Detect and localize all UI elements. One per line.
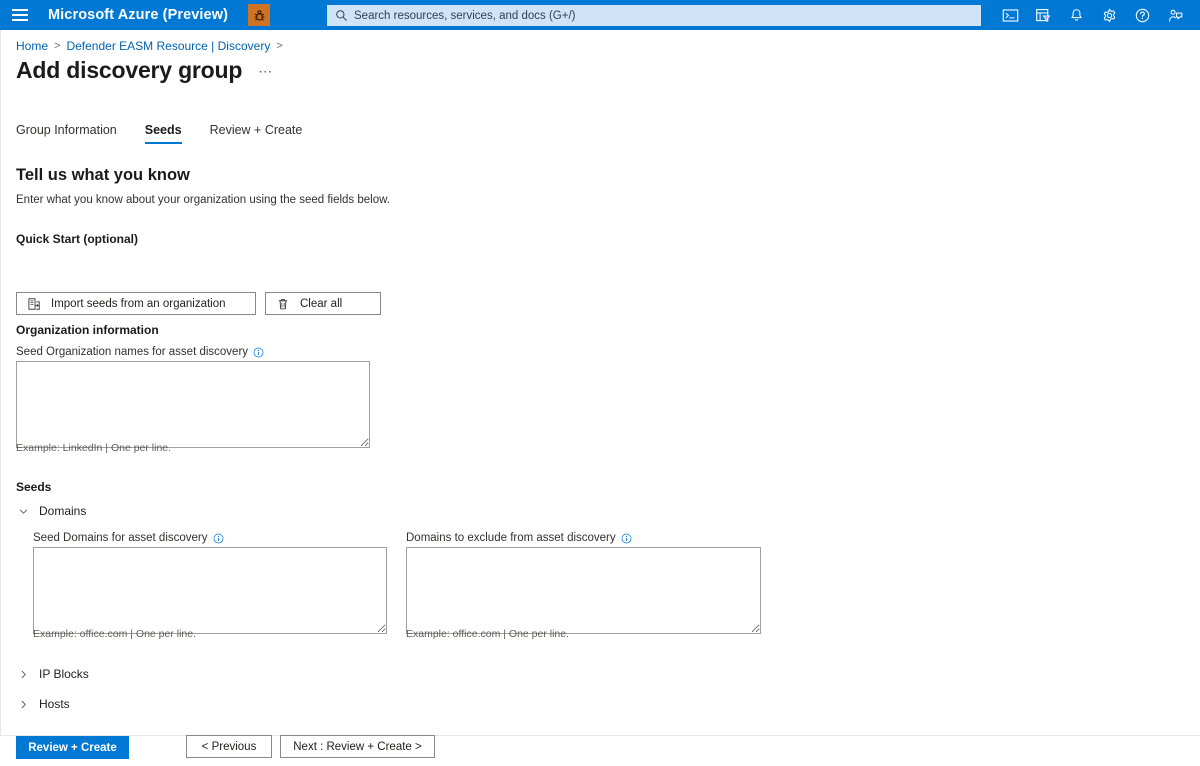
seed-organization-label: Seed Organization names for asset discov… [16, 346, 264, 358]
clear-all-button[interactable]: Clear all [265, 292, 381, 315]
hamburger-menu-icon[interactable] [0, 0, 40, 30]
trash-icon [276, 297, 290, 311]
next-review-create-button[interactable]: Next : Review + Create > [280, 735, 435, 758]
preview-bug-icon[interactable] [248, 4, 271, 26]
previous-button[interactable]: < Previous [186, 735, 272, 758]
feedback-icon[interactable] [1159, 0, 1192, 30]
seed-organization-names-textarea[interactable] [16, 361, 370, 448]
collapsible-ip-blocks[interactable]: IP Blocks [16, 667, 89, 681]
section-subtitle: Enter what you know about your organizat… [16, 194, 390, 206]
azure-portal-page: Microsoft Azure (Preview) Search resourc… [0, 0, 1200, 766]
collapsible-domains-label: Domains [39, 504, 87, 518]
breadcrumb-trailing-separator-icon: > [276, 40, 283, 52]
collapsible-domains[interactable]: Domains [16, 504, 86, 518]
import-organization-icon [27, 297, 41, 311]
page-title-row: Add discovery group ⋯ [16, 57, 273, 84]
collapsible-ip-blocks-label: IP Blocks [39, 667, 89, 681]
review-create-button[interactable]: Review + Create [16, 736, 129, 759]
search-placeholder-text: Search resources, services, and docs (G+… [354, 9, 576, 22]
organization-information-heading: Organization information [16, 323, 159, 337]
wizard-tabs: Group Information Seeds Review + Create [16, 118, 330, 144]
breadcrumb: Home > Defender EASM Resource | Discover… [16, 39, 289, 53]
seed-organization-helper-text: Example: LinkedIn | One per line. [16, 442, 172, 454]
tab-seeds[interactable]: Seeds [144, 123, 182, 144]
blade-content: Home > Defender EASM Resource | Discover… [0, 30, 1200, 735]
seed-domains-helper-text: Example: office.com | One per line. [33, 628, 197, 640]
chevron-right-icon [16, 699, 30, 710]
import-seeds-button-label: Import seeds from an organization [51, 297, 226, 310]
chevron-right-icon [16, 669, 30, 680]
section-heading: Tell us what you know [16, 166, 190, 184]
page-title: Add discovery group [16, 57, 243, 83]
exclude-domains-helper-text: Example: office.com | One per line. [406, 628, 570, 640]
seed-organization-label-text: Seed Organization names for asset discov… [16, 346, 249, 358]
global-search-input[interactable]: Search resources, services, and docs (G+… [327, 5, 981, 26]
quick-start-button-row: Import seeds from an organization Clear … [16, 292, 381, 315]
exclude-domains-textarea[interactable] [406, 547, 761, 634]
more-options-icon[interactable]: ⋯ [258, 63, 273, 80]
search-icon [335, 9, 348, 22]
top-navigation-bar: Microsoft Azure (Preview) Search resourc… [0, 0, 1200, 30]
directory-filter-icon[interactable] [1027, 0, 1060, 30]
info-circle-icon[interactable] [253, 347, 264, 358]
breadcrumb-item-home[interactable]: Home [16, 39, 48, 53]
seed-domains-label: Seed Domains for asset discovery [33, 532, 224, 544]
help-question-icon[interactable] [1126, 0, 1159, 30]
tab-group-information[interactable]: Group Information [16, 123, 117, 144]
exclude-domains-label-text: Domains to exclude from asset discovery [406, 532, 616, 544]
info-circle-icon[interactable] [213, 533, 224, 544]
azure-brand-title[interactable]: Microsoft Azure (Preview) [48, 7, 228, 23]
info-circle-icon[interactable] [621, 533, 632, 544]
top-bar-icon-group [994, 0, 1192, 30]
seed-domains-textarea[interactable] [33, 547, 387, 634]
chevron-down-icon [16, 506, 30, 517]
quick-start-heading: Quick Start (optional) [16, 232, 139, 246]
notifications-bell-icon[interactable] [1060, 0, 1093, 30]
collapsible-hosts[interactable]: Hosts [16, 697, 70, 711]
tab-review-create[interactable]: Review + Create [210, 123, 303, 144]
collapsible-hosts-label: Hosts [39, 697, 70, 711]
seed-domains-label-text: Seed Domains for asset discovery [33, 532, 208, 544]
settings-gear-icon[interactable] [1093, 0, 1126, 30]
breadcrumb-separator-icon: > [54, 40, 61, 52]
import-seeds-button[interactable]: Import seeds from an organization [16, 292, 256, 315]
breadcrumb-item-defender-easm[interactable]: Defender EASM Resource | Discovery [66, 39, 270, 53]
cloud-shell-icon[interactable] [994, 0, 1027, 30]
seeds-heading: Seeds [16, 480, 52, 494]
wizard-footer [0, 736, 1200, 766]
exclude-domains-label: Domains to exclude from asset discovery [406, 532, 632, 544]
clear-all-button-label: Clear all [300, 297, 343, 310]
